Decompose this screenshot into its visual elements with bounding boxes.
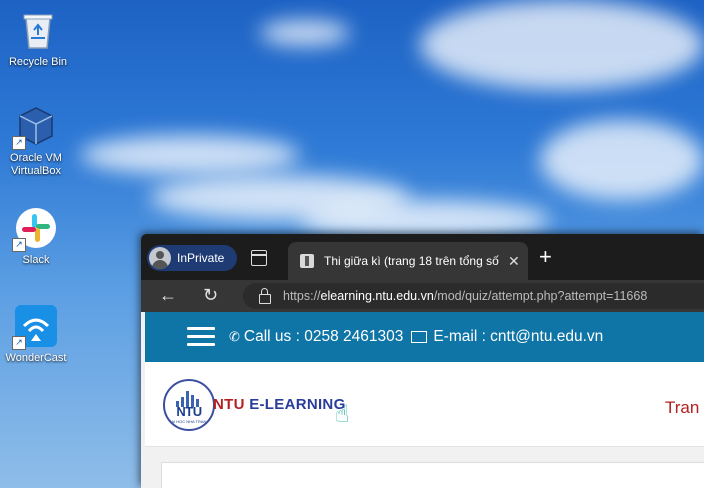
phone-text: Call us : 0258 2461303 [243, 328, 404, 345]
shortcut-arrow-icon: ↗ [12, 136, 26, 150]
email-icon [411, 331, 428, 343]
back-icon[interactable]: ← [159, 285, 177, 305]
slack-label: Slack [22, 254, 50, 266]
tab-actions-icon[interactable] [251, 250, 267, 266]
tab-bar: InPrivate Thi giữa kì (trang 18 trên tổn… [141, 234, 704, 280]
hand-pointer-icon: ☝ [335, 401, 350, 428]
browser-window: InPrivate Thi giữa kì (trang 18 trên tổn… [141, 234, 704, 488]
phone-icon: ✆ [229, 329, 240, 344]
logo-subtext: ĐẠI HỌC NHA TRANG [168, 419, 210, 424]
wondercast-icon: ↗ [12, 304, 58, 350]
slack-icon: ↗ [12, 206, 58, 252]
refresh-icon[interactable]: ↻ [203, 285, 218, 305]
lock-icon [259, 288, 271, 304]
web-page: ✆ Call us : 0258 2461303 E-mail : cntt@n… [141, 312, 704, 488]
shortcut-arrow-icon: ↗ [12, 336, 26, 350]
shortcut-arrow-icon: ↗ [12, 238, 26, 252]
new-tab-icon[interactable]: + [539, 246, 552, 268]
virtualbox-label: Oracle VM VirtualBox [10, 152, 62, 177]
recycle-bin-label: Recycle Bin [8, 56, 68, 68]
tab-active[interactable]: Thi giữa kì (trang 18 trên tổng số ✕ [288, 242, 528, 280]
desktop-icon-recycle-bin[interactable]: Recycle Bin [2, 8, 74, 69]
desktop-icon-wondercast[interactable]: ↗ WonderCast [0, 304, 72, 365]
content-card [161, 462, 704, 488]
inprivate-button[interactable]: InPrivate [147, 245, 237, 271]
site-favicon-icon [300, 254, 314, 268]
logo-text: NTU [176, 404, 202, 419]
site-brand-name[interactable]: NTU E-LEARNING [213, 396, 346, 413]
tab-title: Thi giữa kì (trang 18 trên tổng số [324, 254, 499, 268]
contact-info: ✆ Call us : 0258 2461303 E-mail : cntt@n… [229, 328, 603, 346]
address-bar[interactable]: https://elearning.ntu.edu.vn/mod/quiz/at… [243, 283, 704, 309]
tab-close-icon[interactable]: ✕ [508, 253, 520, 270]
virtualbox-icon: ↗ [12, 104, 58, 150]
browser-toolbar: ← ↻ https://elearning.ntu.edu.vn/mod/qui… [141, 280, 704, 312]
ntu-logo[interactable]: NTU ĐẠI HỌC NHA TRANG [163, 379, 215, 431]
profile-avatar-icon [149, 247, 171, 269]
address-url: https://elearning.ntu.edu.vn/mod/quiz/at… [283, 289, 648, 303]
menu-hamburger-icon[interactable] [187, 327, 215, 347]
wondercast-label: WonderCast [5, 352, 67, 364]
nav-link-home[interactable]: Tran [665, 398, 699, 418]
desktop-icon-virtualbox[interactable]: ↗ Oracle VM VirtualBox [0, 104, 72, 178]
site-brand-bar: NTU ĐẠI HỌC NHA TRANG NTU E-LEARNING ☝ T… [145, 362, 704, 447]
desktop-icon-slack[interactable]: ↗ Slack [0, 206, 72, 267]
inprivate-label: InPrivate [177, 251, 225, 265]
recycle-bin-icon [16, 8, 60, 52]
email-text: E-mail : cntt@ntu.edu.vn [433, 328, 604, 345]
site-topbar: ✆ Call us : 0258 2461303 E-mail : cntt@n… [145, 312, 704, 362]
